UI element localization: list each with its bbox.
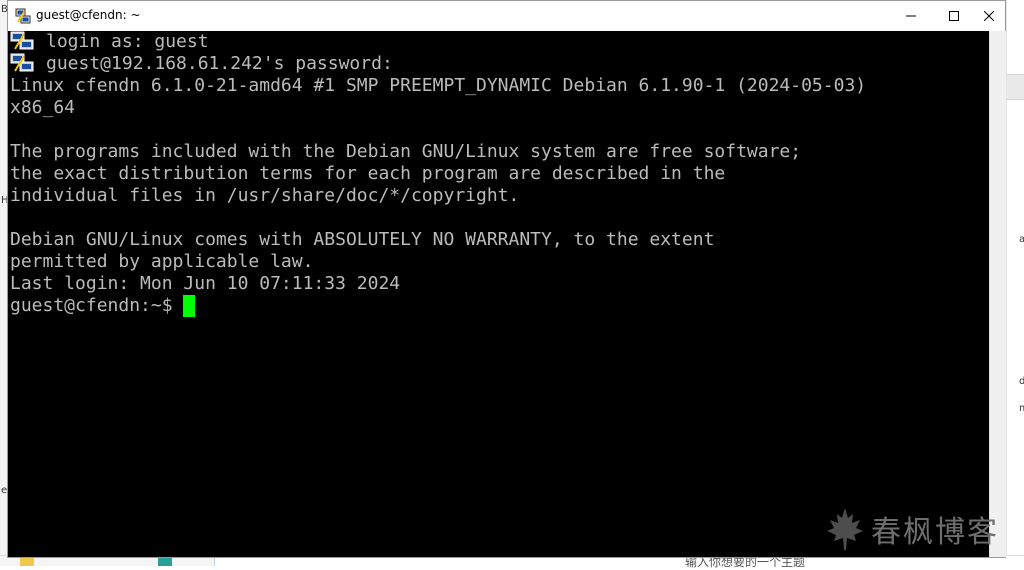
minimize-icon <box>906 15 916 17</box>
background-toolbar-strip <box>1007 74 1024 100</box>
terminal-line: permitted by applicable law. <box>10 251 314 272</box>
watermark-text: 春枫博客 <box>871 515 999 550</box>
terminal-line-text: guest@192.168.61.242's password: <box>46 53 393 74</box>
terminal-line: The programs included with the Debian GN… <box>10 141 802 162</box>
terminal-line: the exact distribution terms for each pr… <box>10 163 726 184</box>
close-icon <box>983 11 994 21</box>
terminal-scrollbar[interactable] <box>989 31 1006 557</box>
close-button[interactable] <box>972 1 1005 31</box>
terminal-window: guest@cfendn: ~ login as: guest guest@19… <box>7 0 1006 558</box>
terminal-line: Linux cfendn 6.1.0-21-amd64 #1 SMP PREEM… <box>10 75 867 96</box>
background-fragment-text: a <box>1019 234 1024 245</box>
terminal-prompt: guest@cfendn:~$ <box>10 295 184 316</box>
window-title: guest@cfendn: ~ <box>36 8 141 22</box>
terminal-output[interactable]: login as: guest guest@192.168.61.242's p… <box>8 31 989 557</box>
putty-terminal-icon <box>10 53 34 72</box>
background-window-right-edge: a d m <box>1006 0 1024 565</box>
watermark: 春枫博客 <box>825 504 1015 554</box>
terminal-line-text: login as: guest <box>46 31 209 52</box>
terminal-line: individual files in /usr/share/doc/*/cop… <box>10 185 520 206</box>
title-bar[interactable]: guest@cfendn: ~ <box>8 1 1005 32</box>
background-fragment-text: m <box>1019 403 1024 414</box>
putty-app-icon[interactable] <box>15 8 31 24</box>
terminal-line: guest@192.168.61.242's password: <box>10 53 393 75</box>
minimize-button[interactable] <box>888 1 934 31</box>
putty-terminal-icon <box>10 31 34 50</box>
maple-leaf-icon <box>827 508 863 550</box>
terminal-cursor <box>183 295 195 317</box>
terminal-line: Debian GNU/Linux comes with ABSOLUTELY N… <box>10 229 715 250</box>
terminal-line: login as: guest <box>10 31 209 53</box>
maximize-icon <box>949 11 959 21</box>
background-fragment-text: d <box>1019 376 1024 387</box>
terminal-line: x86_64 <box>10 97 76 118</box>
maximize-button[interactable] <box>931 1 977 31</box>
terminal-line: Last login: Mon Jun 10 07:11:33 2024 <box>10 273 401 294</box>
